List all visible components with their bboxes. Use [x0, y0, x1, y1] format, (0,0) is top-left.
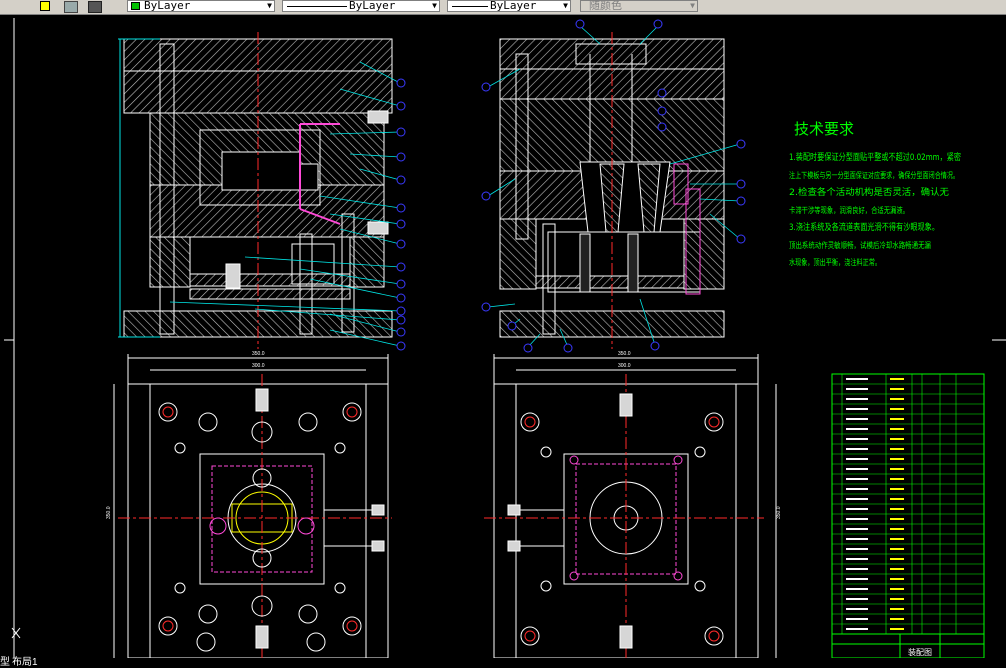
bom-cell-mark [846, 518, 868, 520]
lineweight-preview-icon [452, 6, 488, 7]
bill-of-materials-table: 装配图 [831, 373, 985, 658]
color-combo[interactable]: ByLayer ▼ [127, 0, 275, 12]
bom-cell-mark [846, 548, 868, 550]
tech-req-line-2: 注上下模板与另一分型面保证对应要求，确保分型面闭合情况。 [789, 170, 959, 180]
layer-previous-icon[interactable] [88, 1, 102, 13]
bom-cell-mark [846, 418, 868, 420]
bom-cell-mark [890, 598, 904, 600]
bom-cell-mark [890, 408, 904, 410]
bom-cell-mark [846, 388, 868, 390]
bom-cell-mark [890, 618, 904, 620]
bom-cell-mark [846, 428, 868, 430]
bom-cell-mark [890, 498, 904, 500]
match-layer-icon[interactable] [64, 1, 78, 13]
chevron-down-icon[interactable]: ▼ [267, 1, 272, 11]
bom-cell-mark [846, 588, 868, 590]
bom-cell-mark [846, 458, 868, 460]
right-plan-view: 350.0 300.0 350.0 [484, 351, 782, 658]
bom-cell-mark [846, 618, 868, 620]
bom-cell-mark [846, 538, 868, 540]
tech-req-line-5: 3.浇注系统及各流道表面光滑不得有沙眼现象。 [789, 221, 939, 233]
tech-req-line-3: 2.检查各个活动机构是否灵活，确认无 [789, 186, 949, 198]
bom-cell-mark [846, 378, 868, 380]
bom-cell-mark [890, 608, 904, 610]
bom-cell-mark [846, 578, 868, 580]
color-combo-value: ByLayer [144, 0, 191, 12]
bom-cell-mark [846, 568, 868, 570]
bom-cell-mark [846, 558, 868, 560]
bom-cell-mark [890, 388, 904, 390]
tech-req-line-4: 卡滞干涉等现象，润滑良好，合适无漏液。 [789, 205, 909, 215]
lineweight-combo[interactable]: ByLayer ▼ [447, 0, 571, 12]
layout-tabs-bar: 型 布局1 [0, 658, 1006, 668]
bom-cell-mark [846, 528, 868, 530]
bom-cell-mark [846, 478, 868, 480]
bom-cell-mark [890, 588, 904, 590]
tech-req-line-7: 水现象，顶出平衡，浇注料正常。 [789, 257, 881, 267]
ucs-icon [11, 627, 21, 639]
left-plan-view: 350.0 300.0 350.0 [106, 351, 392, 658]
left-plan-height-dim: 350.0 [106, 506, 112, 519]
bom-cell-mark [846, 468, 868, 470]
bom-cell-mark [890, 578, 904, 580]
left-plan-overall-dim: 350.0 [252, 351, 265, 357]
right-plan-height-dim: 350.0 [776, 506, 782, 519]
model-tab[interactable]: 型 [0, 658, 10, 668]
bom-cell-mark [846, 598, 868, 600]
bom-cell-mark [890, 398, 904, 400]
bom-cell-mark [846, 628, 868, 630]
chevron-down-icon[interactable]: ▼ [432, 1, 437, 11]
layout-tab-1[interactable]: 布局1 [12, 658, 38, 668]
bom-cell-mark [846, 408, 868, 410]
bom-cell-mark [890, 568, 904, 570]
right-section-view [499, 32, 725, 349]
bom-cell-mark [890, 418, 904, 420]
bom-cell-mark [890, 508, 904, 510]
technical-requirements: 技术要求 1.装配时要保证分型面贴平整或不超过0.02mm，紧密 注上下模板与另… [789, 120, 961, 267]
bom-cell-mark [890, 518, 904, 520]
title-block-name: 装配图 [908, 647, 932, 657]
plotstyle-combo[interactable]: 随颜色 ▼ [580, 0, 698, 12]
toolbar-left-icons[interactable] [0, 0, 110, 13]
bom-cell-mark [846, 508, 868, 510]
tech-req-line-1: 1.装配时要保证分型面贴平整或不超过0.02mm，紧密 [789, 151, 961, 163]
left-part-balloons [396, 78, 406, 351]
bom-cell-mark [890, 378, 904, 380]
bom-cell-mark [846, 398, 868, 400]
bom-cell-mark [890, 528, 904, 530]
bom-cell-mark [890, 448, 904, 450]
bom-cell-mark [846, 438, 868, 440]
color-swatch-icon [131, 2, 140, 10]
bom-cell-mark [890, 558, 904, 560]
right-plan-overall-dim: 350.0 [618, 351, 631, 357]
linetype-combo[interactable]: ByLayer ▼ [282, 0, 440, 12]
chevron-down-icon[interactable]: ▼ [563, 1, 568, 11]
properties-toolbar: ByLayer ▼ ByLayer ▼ ByLayer ▼ 随颜色 ▼ [0, 0, 1006, 15]
bom-cell-mark [846, 608, 868, 610]
bom-cell-mark [890, 488, 904, 490]
bom-cell-mark [890, 478, 904, 480]
bom-cell-mark [890, 458, 904, 460]
bom-cell-mark [890, 548, 904, 550]
right-plan-inner-dim: 300.0 [618, 363, 631, 369]
bom-cell-mark [890, 468, 904, 470]
tech-req-title: 技术要求 [794, 120, 854, 138]
left-plan-inner-dim: 300.0 [252, 363, 265, 369]
lineweight-combo-value: ByLayer [490, 0, 537, 12]
tech-req-line-6: 顶出系统动作灵敏顺畅，试模后冷却水路畅通无漏 [789, 240, 931, 250]
plotstyle-combo-value: 随颜色 [589, 0, 622, 12]
bom-cell-mark [890, 428, 904, 430]
bom-cell-mark [846, 488, 868, 490]
bom-cell-mark [890, 438, 904, 440]
bom-cell-mark [846, 498, 868, 500]
bom-cell-mark [846, 448, 868, 450]
bom-cell-mark [890, 538, 904, 540]
layer-color-icon[interactable] [40, 1, 50, 11]
linetype-preview-icon [287, 6, 347, 7]
linetype-combo-value: ByLayer [349, 0, 396, 12]
drawing-canvas[interactable]: 技术要求 1.装配时要保证分型面贴平整或不超过0.02mm，紧密 注上下模板与另… [0, 14, 1006, 658]
left-section-view [118, 32, 393, 349]
bom-cell-mark [890, 628, 904, 630]
chevron-down-icon[interactable]: ▼ [690, 1, 695, 11]
